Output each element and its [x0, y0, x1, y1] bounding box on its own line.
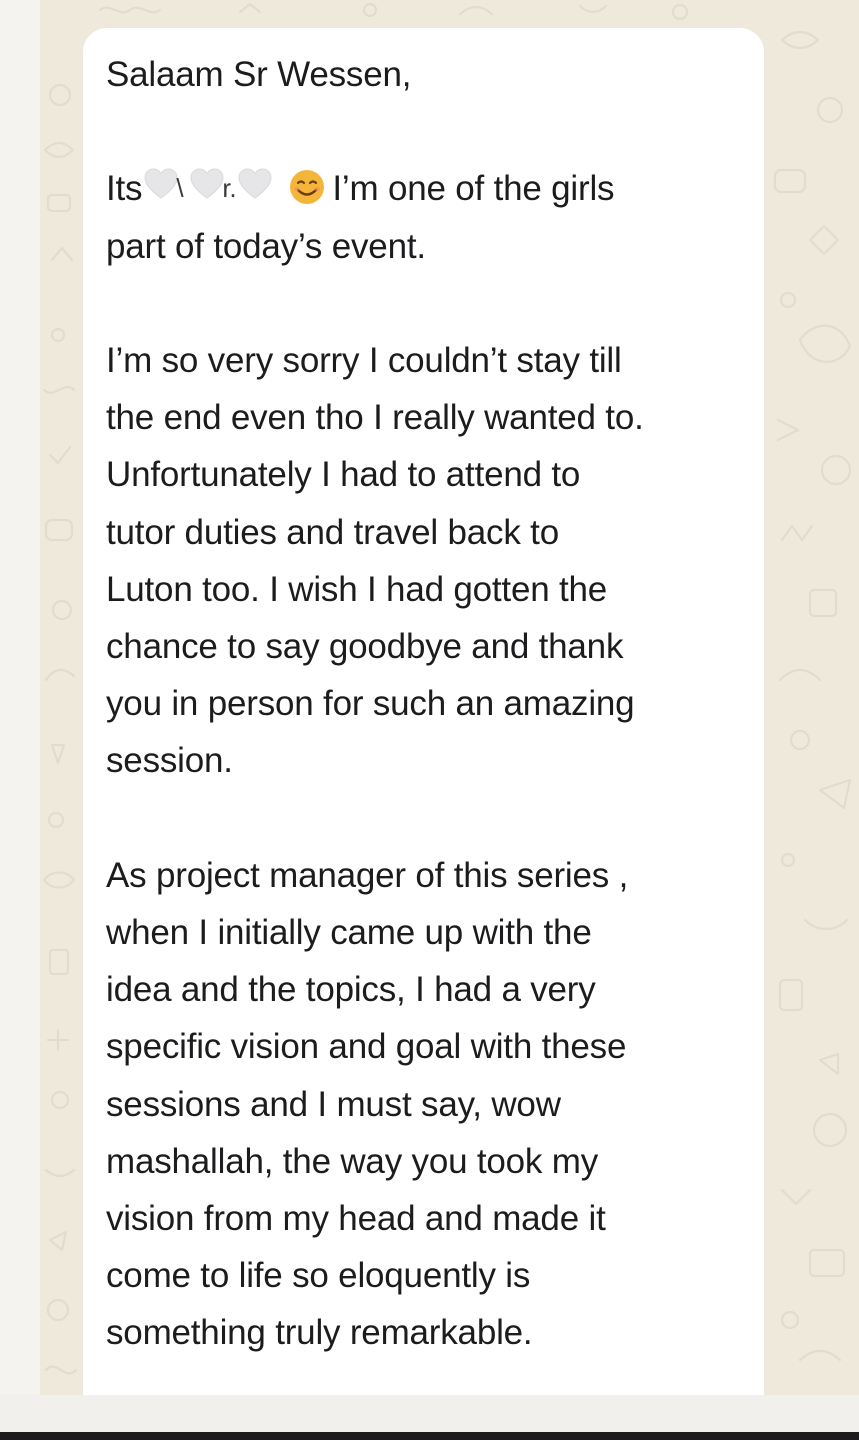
- heart-icon: [190, 168, 224, 200]
- message-bubble[interactable]: Salaam Sr Wessen, Its \ r. I’m one of the g…: [83, 28, 764, 1395]
- redaction-fragment-2: r.: [222, 173, 237, 204]
- praise-line: vision from my head and made it: [106, 1199, 606, 1239]
- praise-line: idea and the topics, I had a very: [106, 970, 596, 1010]
- apology-line: session.: [106, 741, 233, 781]
- intro-prefix: Its: [106, 169, 143, 209]
- message-text: Salaam Sr Wessen, Its \ r. I’m one of the g…: [106, 46, 744, 1362]
- apology-line: Luton too. I wish I had gotten the: [106, 569, 608, 609]
- apology-line: chance to say goodbye and thank: [106, 627, 624, 666]
- intro-line-1: Its \ r. I’m one of the girls: [106, 160, 744, 217]
- praise-line: mashallah, the way you took my: [106, 1141, 599, 1181]
- greeting-paragraph: Salaam Sr Wessen,: [106, 46, 744, 103]
- heart-icon: [144, 168, 178, 200]
- intro-line-2: part of today’s event.: [106, 226, 426, 266]
- apology-line: you in person for such an amazing: [106, 684, 635, 724]
- praise-line: As project manager of this series ,: [106, 855, 629, 895]
- praise-line: when I initially came up with the: [106, 913, 592, 952]
- praise-line: come to life so eloquently is: [106, 1256, 531, 1296]
- apology-paragraph: I’m so very sorry I couldn’t stay till t…: [106, 332, 744, 790]
- apology-line: Unfortunately I had to attend to: [106, 455, 581, 495]
- intro-paragraph: Its \ r. I’m one of the girls part of today…: [106, 160, 744, 274]
- praise-paragraph: As project manager of this series , when…: [106, 847, 744, 1362]
- apology-line: tutor duties and travel back to: [106, 512, 559, 552]
- heart-icon: [238, 168, 272, 200]
- bottom-bar: [0, 1432, 859, 1440]
- smiling-face-emoji-icon: [290, 170, 325, 205]
- praise-line: something truly remarkable.: [106, 1313, 533, 1353]
- intro-line-1-suffix: I’m one of the girls: [332, 169, 615, 209]
- redaction-fragment-1: \: [176, 173, 184, 204]
- bottom-strip: [0, 1395, 859, 1432]
- greeting-line: Salaam Sr Wessen,: [106, 55, 412, 94]
- left-margin: [0, 0, 40, 1395]
- praise-line: sessions and I must say, wow: [106, 1084, 561, 1124]
- apology-line: I’m so very sorry I couldn’t stay till: [106, 340, 622, 380]
- praise-line: specific vision and goal with these: [106, 1027, 627, 1067]
- name-redaction: \ r.: [144, 164, 286, 208]
- apology-line: the end even tho I really wanted to.: [106, 398, 644, 438]
